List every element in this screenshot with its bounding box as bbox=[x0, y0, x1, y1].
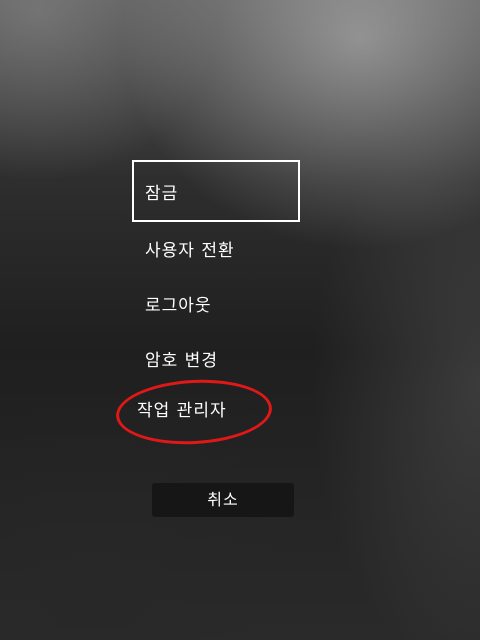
cancel-button[interactable]: 취소 bbox=[152, 483, 294, 517]
security-options-screen: 잠금 사용자 전환 로그아웃 암호 변경 작업 관리자 취소 bbox=[0, 0, 480, 640]
menu-item-lock-label: 잠금 bbox=[145, 184, 179, 204]
menu-item-change-password[interactable]: 암호 변경 bbox=[145, 351, 218, 371]
menu-item-sign-out[interactable]: 로그아웃 bbox=[145, 296, 212, 316]
menu-item-switch-user-label: 사용자 전환 bbox=[145, 241, 235, 261]
menu-item-switch-user[interactable]: 사용자 전환 bbox=[145, 241, 235, 261]
menu-item-task-manager[interactable]: 작업 관리자 bbox=[137, 401, 227, 421]
menu-item-lock[interactable]: 잠금 bbox=[132, 160, 300, 222]
menu-item-change-password-label: 암호 변경 bbox=[145, 351, 218, 371]
menu-item-sign-out-label: 로그아웃 bbox=[145, 296, 212, 316]
menu-item-task-manager-label: 작업 관리자 bbox=[137, 401, 227, 421]
